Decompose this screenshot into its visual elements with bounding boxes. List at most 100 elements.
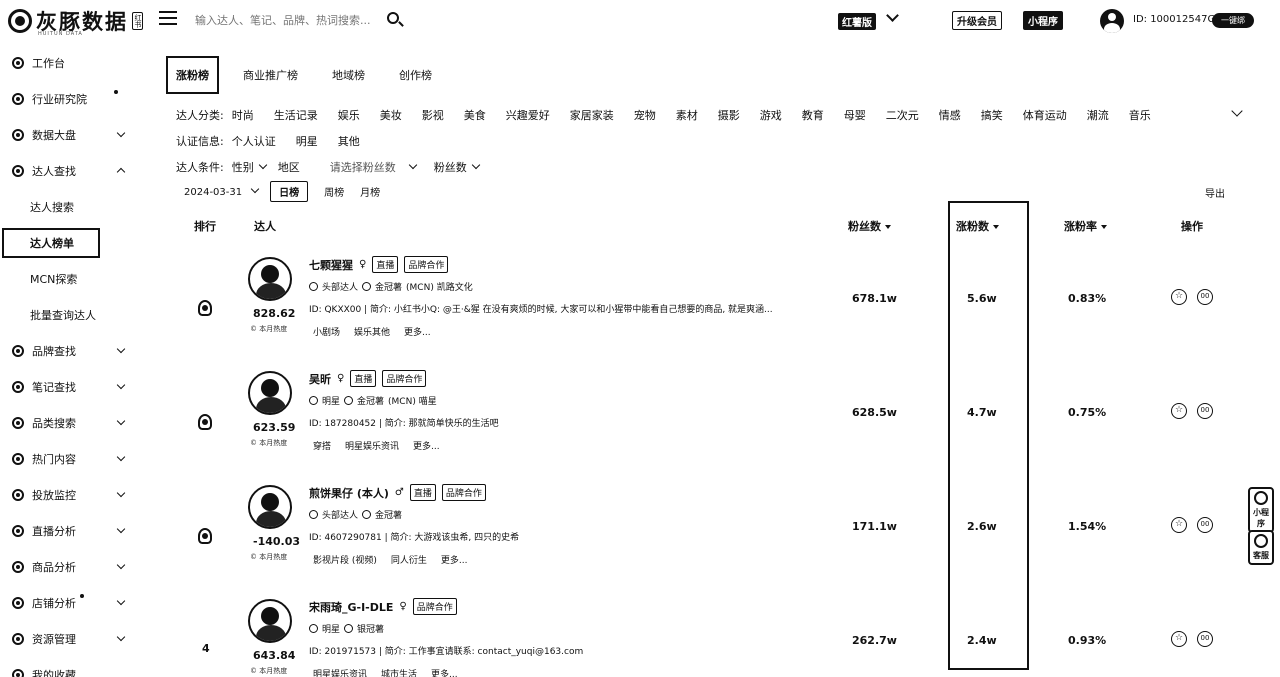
export-button[interactable]: 导出 <box>1205 185 1225 200</box>
favorite-star-icon[interactable]: ☆ <box>1171 517 1187 533</box>
cert-option[interactable]: 其他 <box>338 133 360 149</box>
heat-score: -140.03 <box>253 535 301 548</box>
influencer-id-bio: ID: 187280452 | 简介: 那就简单快乐的生活吧 <box>309 419 499 429</box>
table-row[interactable]: 4 643.84 © 本月热度 宋雨琦_G-I-DLE ♀ 品牌合作 明星 银冠… <box>0 592 1280 677</box>
category-option[interactable]: 美妆 <box>380 107 402 123</box>
float-mini-program-button[interactable]: 小程序 <box>1248 487 1274 533</box>
cert-option[interactable]: 明星 <box>296 133 318 149</box>
more-link[interactable]: 更多... <box>413 439 440 452</box>
category-option[interactable]: 素材 <box>676 107 698 123</box>
category-option[interactable]: 游戏 <box>760 107 782 123</box>
condition-label: 达人条件: <box>176 161 224 174</box>
avatar[interactable] <box>248 371 292 415</box>
category-option[interactable]: 娱乐 <box>338 107 360 123</box>
col-fans-sort[interactable]: 粉丝数 <box>848 218 891 234</box>
sidebar-item-workbench[interactable]: 工作台 <box>0 45 140 81</box>
category-chip: 影视片段 (视频) <box>313 556 377 566</box>
region-select[interactable]: 地区 <box>278 159 300 175</box>
category-option[interactable]: 音乐 <box>1129 107 1151 123</box>
more-link[interactable]: 更多... <box>431 667 458 677</box>
cert-filter-row: 认证信息: 个人认证 明星 其他 <box>176 133 380 149</box>
influencer-id-bio: ID: 4607290781 | 简介: 大游戏该虫希, 四只的史希 <box>309 533 520 543</box>
tab-fans-growth[interactable]: 涨粉榜 <box>166 56 219 94</box>
edition-badge[interactable]: 红薯版 <box>838 13 876 30</box>
avatar[interactable] <box>248 485 292 529</box>
logo[interactable]: 灰豚数据 红书 HUITUN DATA <box>8 6 150 37</box>
category-option[interactable]: 情感 <box>939 107 961 123</box>
menu-toggle-icon[interactable] <box>159 11 177 27</box>
col-rate-sort[interactable]: 涨粉率 <box>1064 218 1107 234</box>
favorite-star-icon[interactable]: ☆ <box>1171 631 1187 647</box>
category-option[interactable]: 宠物 <box>634 107 656 123</box>
category-option[interactable]: 美食 <box>464 107 486 123</box>
category-option[interactable]: 体育运动 <box>1023 107 1067 123</box>
more-actions-icon[interactable]: 00 <box>1197 631 1213 647</box>
category-option[interactable]: 教育 <box>802 107 824 123</box>
period-monthly-button[interactable]: 月榜 <box>360 184 380 199</box>
period-daily-button[interactable]: 日榜 <box>270 181 309 202</box>
category-option[interactable]: 二次元 <box>886 107 919 123</box>
table-row[interactable]: 623.59 © 本月热度 吴昕 ♀ 直播 品牌合作 明星 金冠薯 (MCN) … <box>0 364 1280 478</box>
chevron-down-icon[interactable] <box>886 9 899 22</box>
avatar[interactable] <box>248 599 292 643</box>
category-option[interactable]: 摄影 <box>718 107 740 123</box>
influencer-name[interactable]: 吴昕 <box>309 371 331 387</box>
more-link[interactable]: 更多... <box>404 325 431 338</box>
gender-select[interactable]: 性别 <box>232 159 267 175</box>
sort-desc-icon <box>1101 225 1107 229</box>
bind-button[interactable]: 一键绑 <box>1212 13 1254 28</box>
more-actions-icon[interactable]: 00 <box>1197 517 1213 533</box>
meta-crown: 金冠薯 <box>375 283 403 293</box>
user-avatar[interactable] <box>1100 9 1124 33</box>
logo-subtitle: HUITUN DATA <box>38 31 83 37</box>
search-input[interactable] <box>195 13 370 27</box>
upgrade-member-button[interactable]: 升级会员 <box>952 11 1002 30</box>
tab-creation[interactable]: 创作榜 <box>389 56 442 94</box>
tab-region[interactable]: 地域榜 <box>322 56 375 94</box>
expand-categories-chevron-icon[interactable] <box>1231 105 1243 117</box>
float-service-button[interactable]: 客服 <box>1248 530 1274 565</box>
sidebar-item-influencer-find[interactable]: 达人查找 <box>0 153 140 189</box>
tab-commercial[interactable]: 商业推广榜 <box>233 56 308 94</box>
level-icon <box>309 396 318 405</box>
more-link[interactable]: 更多... <box>441 553 468 566</box>
search-box[interactable] <box>195 9 410 31</box>
level-icon <box>309 624 318 633</box>
mini-program-button[interactable]: 小程序 <box>1023 11 1063 30</box>
more-actions-icon[interactable]: 00 <box>1197 403 1213 419</box>
period-weekly-button[interactable]: 周榜 <box>324 184 344 199</box>
col-gain-sort[interactable]: 涨粉数 <box>956 218 999 234</box>
chevron-down-icon <box>116 128 126 138</box>
category-option[interactable]: 家居家装 <box>570 107 614 123</box>
sidebar-item-research[interactable]: 行业研究院 <box>0 81 140 117</box>
fans-range-select[interactable]: 请选择粉丝数 <box>330 159 417 175</box>
search-icon[interactable] <box>387 12 399 24</box>
sidebar-sub-influencer-search[interactable]: 达人搜索 <box>0 189 140 225</box>
more-actions-icon[interactable]: 00 <box>1197 289 1213 305</box>
gain-count: 2.6w <box>967 520 997 533</box>
category-option[interactable]: 兴趣爱好 <box>506 107 550 123</box>
sidebar-item-dashboard[interactable]: 数据大盘 <box>0 117 140 153</box>
category-option[interactable]: 潮流 <box>1087 107 1109 123</box>
top-bar: 灰豚数据 红书 HUITUN DATA 红薯版 升级会员 小程序 ID: 100… <box>0 0 1280 40</box>
influencer-categories: 影视片段 (视频) 同人衍生 更多... <box>313 553 468 566</box>
influencer-name-line: 吴昕 ♀ 直播 品牌合作 <box>309 370 427 387</box>
favorite-star-icon[interactable]: ☆ <box>1171 403 1187 419</box>
category-option[interactable]: 影视 <box>422 107 444 123</box>
category-option[interactable]: 时尚 <box>232 107 254 123</box>
category-option[interactable]: 母婴 <box>844 107 866 123</box>
favorite-star-icon[interactable]: ☆ <box>1171 289 1187 305</box>
table-row[interactable]: 828.62 © 本月热度 七颗猩猩 ♀ 直播 品牌合作 头部达人 金冠薯 (M… <box>0 250 1280 364</box>
influencer-name[interactable]: 煎饼果仔 (本人) <box>309 485 389 501</box>
date-picker[interactable]: 2024-03-31 <box>184 184 260 198</box>
category-option[interactable]: 搞笑 <box>981 107 1003 123</box>
avatar[interactable] <box>248 257 292 301</box>
dashboard-icon <box>12 129 24 141</box>
table-row[interactable]: -140.03 © 本月热度 煎饼果仔 (本人) ♂ 直播 品牌合作 头部达人 … <box>0 478 1280 592</box>
fans-sort-select[interactable]: 粉丝数 <box>434 159 480 175</box>
influencer-name[interactable]: 七颗猩猩 <box>309 257 353 273</box>
category-option[interactable]: 生活记录 <box>274 107 318 123</box>
cert-option[interactable]: 个人认证 <box>232 133 276 149</box>
influencer-name[interactable]: 宋雨琦_G-I-DLE <box>309 599 393 615</box>
category-chip: 小剧场 <box>313 328 341 338</box>
